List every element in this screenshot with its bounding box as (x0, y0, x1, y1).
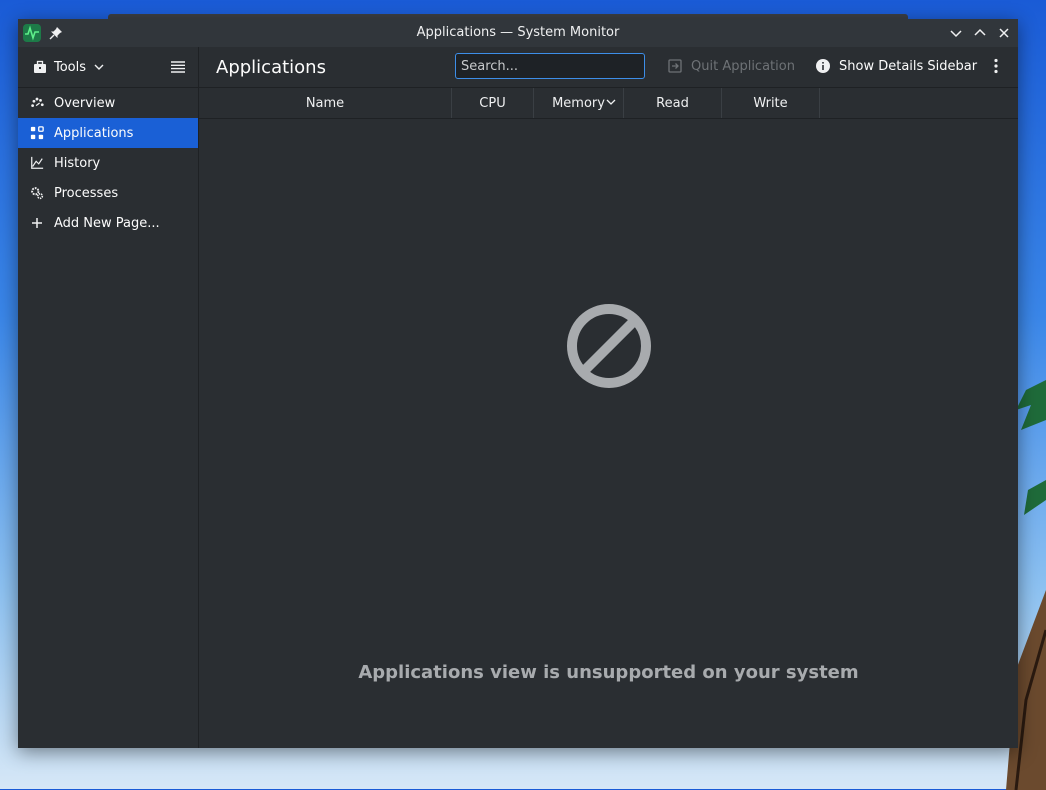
sidebar-item-label: History (54, 155, 101, 171)
sidebar-item-history[interactable]: History (18, 148, 198, 178)
column-header-name[interactable]: Name (199, 88, 452, 118)
quit-icon (668, 59, 682, 73)
quit-application-label: Quit Application (691, 58, 795, 74)
close-button[interactable] (995, 24, 1013, 42)
toolbox-icon (34, 60, 46, 73)
minimize-button[interactable] (947, 24, 965, 42)
sidebar-item-add-new-page[interactable]: Add New Page... (18, 208, 198, 238)
history-chart-icon (30, 156, 44, 170)
quit-application-button[interactable]: Quit Application (667, 58, 795, 74)
column-header-read[interactable]: Read (624, 88, 722, 118)
overflow-menu-icon[interactable] (988, 58, 1004, 74)
column-header-memory[interactable]: Memory (534, 88, 624, 118)
sort-descending-icon (606, 99, 616, 105)
sidebar-item-overview[interactable]: Overview (18, 88, 198, 118)
unsupported-prohibited-icon (567, 304, 651, 388)
maximize-button[interactable] (971, 24, 989, 42)
sidebar-item-label: Overview (54, 95, 116, 111)
hamburger-menu-icon[interactable] (170, 59, 186, 75)
show-details-sidebar-button[interactable]: Show Details Sidebar (815, 58, 977, 74)
unsupported-message: Applications view is unsupported on your… (358, 662, 859, 683)
info-icon (816, 59, 830, 73)
page-navigation: Overview Applications History Processes … (18, 88, 198, 238)
chevron-down-icon (94, 64, 104, 70)
main-panel: Applications Quit Application Show Detai… (199, 47, 1018, 748)
column-header-label: Memory (552, 95, 605, 111)
page-title: Applications (216, 57, 326, 78)
title-bar: Applications — System Monitor (18, 19, 1018, 47)
sidebar-item-applications[interactable]: Applications (18, 118, 198, 148)
sidebar-item-label: Applications (54, 125, 134, 141)
column-header-cpu[interactable]: CPU (452, 88, 534, 118)
processes-gear-icon (30, 186, 44, 200)
search-input[interactable] (455, 53, 645, 79)
sidebar-header: Tools (18, 47, 198, 88)
tools-menu-button[interactable]: Tools (32, 57, 106, 77)
sidebar-item-label: Processes (54, 185, 119, 201)
show-details-sidebar-label: Show Details Sidebar (839, 58, 978, 74)
plus-icon (30, 216, 44, 230)
overview-icon (30, 96, 44, 110)
system-monitor-window: Applications — System Monitor Tools Over… (18, 19, 1018, 748)
column-header-write[interactable]: Write (722, 88, 820, 118)
toolbar: Applications Quit Application Show Detai… (199, 47, 1018, 88)
table-header: Name CPU Memory Read Write (199, 88, 1018, 119)
applications-icon (30, 126, 44, 140)
window-title: Applications — System Monitor (416, 25, 620, 40)
tools-label: Tools (54, 59, 87, 75)
applications-content: Applications view is unsupported on your… (199, 118, 1018, 748)
sidebar-item-label: Add New Page... (54, 215, 160, 231)
sidebar-item-processes[interactable]: Processes (18, 178, 198, 208)
sidebar: Tools Overview Applications History Proc… (18, 47, 199, 748)
